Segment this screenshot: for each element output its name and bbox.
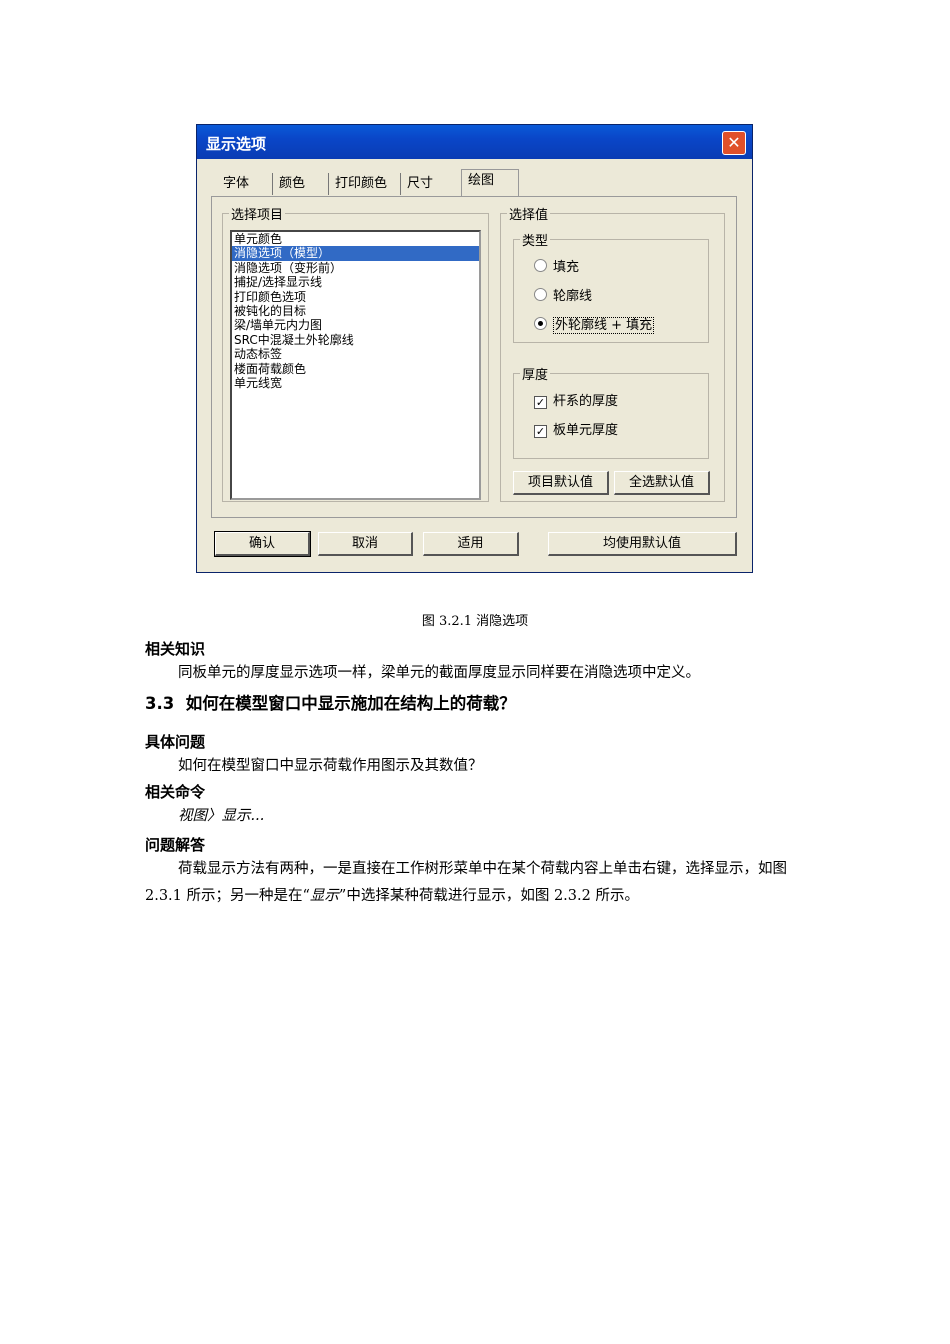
- problem-paragraph: 如何在模型窗口中显示荷载作用图示及其数值？: [178, 758, 483, 774]
- select-value-group: 选择值 类型 填充 轮廓线 外轮廓线 + 填充 厚度 ✓ 杆系的厚度 ✓ 板单元…: [500, 204, 725, 502]
- drawing-tab-panel: 选择项目 单元颜色 消隐选项（模型） 消隐选项（变形前） 捕捉/选择显示线 打印…: [211, 196, 737, 518]
- list-item[interactable]: 被钝化的目标: [232, 304, 479, 318]
- checkmark-icon: ✓: [534, 396, 547, 409]
- radio-button-icon: [534, 259, 547, 272]
- radio-fill[interactable]: 填充: [534, 259, 579, 277]
- dialog-title: 显示选项: [206, 135, 267, 153]
- related-knowledge-paragraph: 同板单元的厚度显示选项一样，梁单元的截面厚度显示同样要在消隐选项中定义。: [178, 665, 700, 681]
- answer-heading: 问题解答: [145, 836, 206, 854]
- radio-selected-icon: [534, 317, 547, 330]
- tab-font[interactable]: 字体: [217, 173, 273, 195]
- command-paragraph: 视图〉显示...: [178, 808, 265, 824]
- answer-text-italic: 显示: [309, 888, 339, 904]
- radio-outline-fill[interactable]: 外轮廓线 + 填充: [534, 317, 655, 335]
- ok-button[interactable]: 确认: [214, 531, 311, 557]
- list-item[interactable]: 楼面荷载颜色: [232, 362, 479, 376]
- close-icon[interactable]: ✕: [722, 131, 746, 155]
- problem-heading: 具体问题: [145, 733, 206, 751]
- title-bar[interactable]: 显示选项 ✕: [197, 125, 752, 159]
- frame-thickness-label: 杆系的厚度: [553, 394, 619, 409]
- cancel-button[interactable]: 取消: [318, 532, 413, 556]
- tab-color[interactable]: 颜色: [273, 173, 329, 195]
- related-knowledge-heading: 相关知识: [145, 640, 206, 658]
- radio-fill-label: 填充: [553, 260, 580, 275]
- use-defaults-button[interactable]: 均使用默认值: [548, 532, 737, 556]
- list-item[interactable]: 消隐选项（模型）: [232, 246, 479, 261]
- list-item[interactable]: SRC中混凝土外轮廓线: [232, 333, 479, 347]
- section-number: 3.3: [145, 694, 175, 713]
- all-default-button[interactable]: 全选默认值: [614, 471, 710, 495]
- list-item[interactable]: 梁/墙单元内力图: [232, 318, 479, 332]
- thickness-group: 厚度 ✓ 杆系的厚度 ✓ 板单元厚度: [513, 364, 709, 459]
- figure-caption: 图 3.2.1 消隐选项: [421, 614, 529, 629]
- radio-outline-fill-label: 外轮廓线 + 填充: [553, 317, 655, 334]
- radio-outline-label: 轮廓线: [553, 289, 593, 304]
- type-group-label: 类型: [520, 230, 551, 249]
- radio-button-icon: [534, 288, 547, 301]
- list-item[interactable]: 单元颜色: [232, 232, 479, 246]
- type-group: 类型 填充 轮廓线 外轮廓线 + 填充: [513, 230, 709, 343]
- checkbox-frame-thickness[interactable]: ✓ 杆系的厚度: [534, 393, 618, 411]
- checkbox-plate-thickness[interactable]: ✓ 板单元厚度: [534, 422, 618, 440]
- select-items-label: 选择项目: [229, 204, 286, 223]
- list-item[interactable]: 打印颜色选项: [232, 290, 479, 304]
- section-title: 如何在模型窗口中显示施加在结构上的荷载？: [185, 694, 516, 713]
- tab-drawing[interactable]: 绘图: [461, 169, 519, 196]
- list-item[interactable]: 消隐选项（变形前）: [232, 261, 479, 275]
- list-item[interactable]: 单元线宽: [232, 376, 479, 390]
- select-value-label: 选择值: [507, 204, 551, 223]
- list-item[interactable]: 捕捉/选择显示线: [232, 275, 479, 289]
- command-heading: 相关命令: [145, 783, 206, 801]
- list-item[interactable]: 动态标签: [232, 347, 479, 361]
- item-default-button[interactable]: 项目默认值: [513, 471, 609, 495]
- apply-button[interactable]: 适用: [423, 532, 519, 556]
- select-items-listbox[interactable]: 单元颜色 消隐选项（模型） 消隐选项（变形前） 捕捉/选择显示线 打印颜色选项 …: [230, 230, 481, 500]
- checkmark-icon: ✓: [534, 425, 547, 438]
- answer-text-2: ”中选择某种荷载进行显示，如图 2.3.2 所示。: [338, 888, 639, 904]
- select-items-group: 选择项目 单元颜色 消隐选项（模型） 消隐选项（变形前） 捕捉/选择显示线 打印…: [222, 204, 489, 502]
- section-heading: 3.3 如何在模型窗口中显示施加在结构上的荷载？: [145, 690, 516, 714]
- tab-print-color[interactable]: 打印颜色: [329, 173, 401, 195]
- answer-paragraph: 荷载显示方法有两种，一是直接在工作树形菜单中在某个荷载内容上单击右键，选择显示，…: [145, 856, 815, 910]
- thickness-group-label: 厚度: [520, 364, 551, 383]
- plate-thickness-label: 板单元厚度: [553, 423, 619, 438]
- display-options-dialog: 显示选项 ✕ 字体 颜色 打印颜色 尺寸 绘图 选择项目 单元颜色 消隐选项（模…: [196, 124, 753, 573]
- tab-dimension[interactable]: 尺寸: [401, 173, 457, 195]
- radio-outline[interactable]: 轮廓线: [534, 288, 592, 306]
